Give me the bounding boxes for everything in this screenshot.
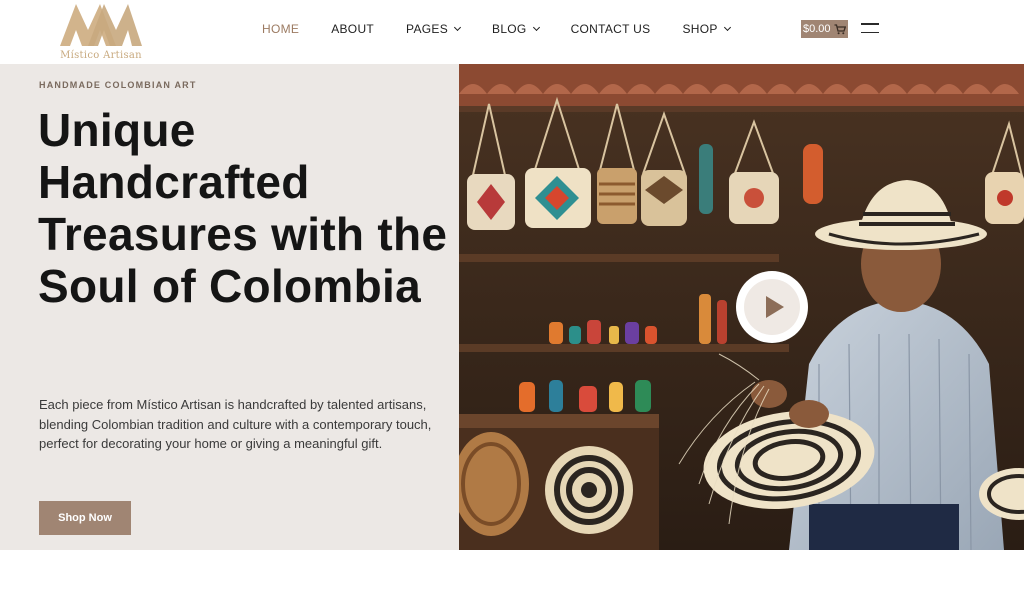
- nav-item-home[interactable]: HOME: [262, 22, 299, 36]
- hero-image: [459, 64, 1024, 550]
- nav-item-about[interactable]: ABOUT: [331, 22, 374, 36]
- nav-item-shop[interactable]: SHOP: [682, 22, 731, 36]
- nav-item-contact-us[interactable]: CONTACT US: [571, 22, 651, 36]
- site-header: Místico Artisan HOME ABOUT PAGES BLOG CO…: [0, 0, 1024, 64]
- chevron-down-icon: [453, 23, 462, 32]
- hamburger-menu-icon[interactable]: [861, 23, 879, 35]
- hero-eyebrow: HANDMADE COLOMBIAN ART: [39, 80, 197, 90]
- chevron-down-icon: [723, 23, 731, 32]
- nav-item-label: PAGES: [406, 22, 449, 36]
- play-icon: [765, 296, 784, 318]
- nav-item-label: ABOUT: [331, 22, 375, 36]
- nav-item-label: BLOG: [492, 22, 527, 36]
- shopping-cart-icon: [834, 23, 846, 34]
- hero-description: Each piece from Místico Artisan is handc…: [39, 397, 432, 451]
- nav-item-label: SHOP: [682, 22, 718, 36]
- brand-name: Místico Artisan: [60, 50, 142, 61]
- video-play-button[interactable]: [736, 271, 808, 343]
- main-nav: HOME ABOUT PAGES BLOG CONTACT US SHOP: [262, 22, 731, 36]
- nav-item-pages[interactable]: PAGES: [406, 22, 462, 36]
- nav-item-label: HOME: [262, 22, 300, 36]
- hero-headline: Unique Handcrafted Treasures with the So…: [38, 104, 448, 312]
- shop-now-button[interactable]: Shop Now: [39, 501, 131, 535]
- logo-mark-icon: [60, 4, 142, 46]
- cart-amount: $0.00: [803, 23, 831, 35]
- page-below-fold: [0, 550, 1024, 597]
- chevron-down-icon: [532, 23, 540, 32]
- nav-item-label: CONTACT US: [570, 22, 651, 36]
- cart-button[interactable]: $0.00: [801, 20, 848, 38]
- nav-item-blog[interactable]: BLOG: [492, 22, 540, 36]
- logo[interactable]: Místico Artisan: [56, 0, 146, 64]
- hero-text-panel: HANDMADE COLOMBIAN ART Unique Handcrafte…: [0, 64, 459, 550]
